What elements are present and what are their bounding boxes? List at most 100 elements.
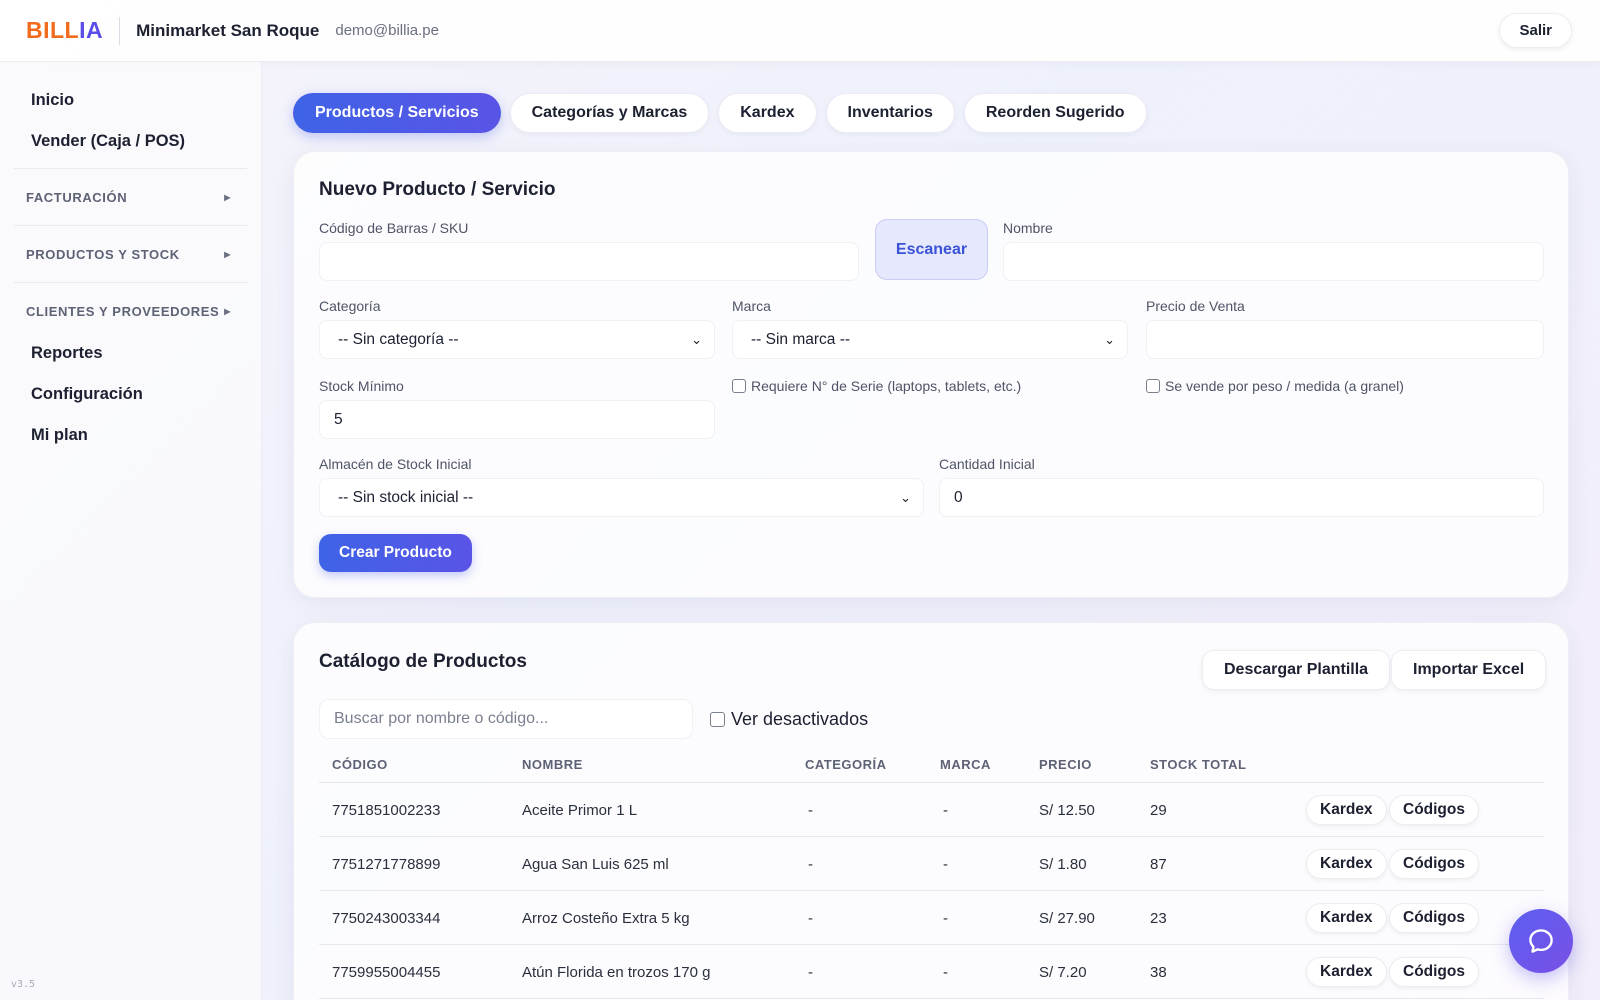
chevron-right-icon: ▶ (224, 249, 231, 259)
tab-categorias-marcas[interactable]: Categorías y Marcas (509, 93, 710, 133)
tab-kardex[interactable]: Kardex (718, 93, 817, 133)
header-divider (119, 16, 121, 45)
sidebar-group-label: CLIENTES Y PROVEEDORES (26, 303, 220, 319)
codes-button[interactable]: Códigos (1389, 957, 1479, 987)
chat-button[interactable] (1509, 909, 1573, 973)
scan-button[interactable]: Escanear (875, 219, 988, 280)
sidebar-group-productos[interactable]: PRODUCTOS Y STOCK ▶ (0, 232, 261, 276)
sidebar-group-facturacion[interactable]: FACTURACIÓN ▶ (0, 175, 261, 219)
logout-button[interactable]: Salir (1499, 13, 1572, 48)
cell-brand: - (943, 802, 948, 819)
cell-category: - (808, 856, 813, 873)
sidebar-item-inicio[interactable]: Inicio (0, 80, 261, 121)
codes-button[interactable]: Códigos (1389, 795, 1479, 825)
name-label: Nombre (1003, 220, 1053, 236)
cell-price: S/ 12.50 (1039, 802, 1095, 819)
cell-name: Aceite Primor 1 L (522, 802, 638, 819)
column-header-name: NOMBRE (522, 757, 583, 772)
cell-stock: 87 (1150, 856, 1167, 873)
import-excel-button[interactable]: Importar Excel (1391, 650, 1547, 690)
warehouse-label: Almacén de Stock Inicial (319, 456, 472, 472)
barcode-input[interactable] (319, 242, 859, 281)
catalog-search-input[interactable]: Buscar por nombre o código... (319, 699, 693, 739)
column-header-price: PRECIO (1039, 757, 1092, 772)
serial-required-label: Requiere N° de Serie (laptops, tablets, … (751, 378, 1022, 394)
create-product-button[interactable]: Crear Producto (319, 534, 472, 572)
kardex-button[interactable]: Kardex (1306, 849, 1387, 879)
cell-category: - (808, 802, 813, 819)
sidebar-item-vender[interactable]: Vender (Caja / POS) (0, 121, 261, 162)
cell-stock: 38 (1150, 964, 1167, 981)
sidebar-item-configuracion[interactable]: Configuración (0, 374, 261, 415)
tab-reorden-sugerido[interactable]: Reorden Sugerido (963, 93, 1147, 133)
barcode-label: Código de Barras / SKU (319, 220, 469, 236)
cell-stock: 29 (1150, 802, 1167, 819)
cell-stock: 23 (1150, 910, 1167, 927)
chevron-right-icon: ▶ (224, 192, 231, 202)
column-header-category: CATEGORÍA (805, 757, 887, 772)
cell-category: - (808, 964, 813, 981)
name-input[interactable] (1003, 242, 1544, 281)
show-inactive-checkbox[interactable] (710, 712, 725, 727)
initial-qty-input[interactable]: 0 (939, 478, 1544, 517)
new-product-title: Nuevo Producto / Servicio (319, 179, 556, 200)
show-inactive-label: Ver desactivados (731, 709, 869, 729)
sidebar-item-mi-plan[interactable]: Mi plan (0, 415, 261, 456)
column-header-brand: MARCA (940, 757, 991, 772)
sidebar-divider (14, 168, 247, 169)
min-stock-input[interactable]: 5 (319, 400, 715, 439)
brand-select[interactable]: -- Sin marca -- ⌄ (732, 320, 1128, 359)
cell-price: S/ 27.90 (1039, 910, 1095, 927)
serial-required-checkbox[interactable] (732, 379, 746, 393)
warehouse-select[interactable]: -- Sin stock inicial -- ⌄ (319, 478, 924, 517)
cell-name: Agua San Luis 625 ml (522, 856, 669, 873)
column-header-code: CÓDIGO (332, 757, 388, 772)
top-bar: BILLIA Minimarket San Roque demo@billia.… (0, 0, 1600, 62)
cell-category: - (808, 910, 813, 927)
section-tabs: Productos / Servicios Categorías y Marca… (293, 93, 1147, 133)
table-header: CÓDIGO NOMBRE CATEGORÍA MARCA PRECIO STO… (319, 743, 1544, 783)
chevron-down-icon: ⌄ (691, 331, 702, 347)
cell-price: S/ 7.20 (1039, 964, 1087, 981)
billia-logo[interactable]: BILLIA (26, 17, 103, 44)
table-row: 7751271778899 Agua San Luis 625 ml - - S… (319, 837, 1544, 891)
cell-code: 7759955004455 (332, 964, 441, 981)
bulk-sale-label: Se vende por peso / medida (a granel) (1165, 378, 1404, 394)
sidebar: Inicio Vender (Caja / POS) FACTURACIÓN ▶… (0, 62, 262, 1000)
cell-name: Atún Florida en trozos 170 g (522, 964, 711, 981)
tab-inventarios[interactable]: Inventarios (825, 93, 955, 133)
sidebar-group-clientes[interactable]: CLIENTES Y PROVEEDORES ▶ (0, 289, 261, 333)
user-email: demo@billia.pe (335, 22, 439, 39)
initial-qty-label: Cantidad Inicial (939, 456, 1035, 472)
bulk-sale-checkbox[interactable] (1146, 379, 1160, 393)
catalog-card: Catálogo de Productos Descargar Plantill… (293, 622, 1569, 1000)
tab-productos-servicios[interactable]: Productos / Servicios (293, 93, 501, 133)
shop-name: Minimarket San Roque (136, 20, 320, 40)
chevron-down-icon: ⌄ (900, 489, 911, 505)
cell-brand: - (943, 910, 948, 927)
chevron-right-icon: ▶ (224, 306, 231, 316)
kardex-button[interactable]: Kardex (1306, 957, 1387, 987)
table-row: 7759955004455 Atún Florida en trozos 170… (319, 945, 1544, 999)
serial-required-option[interactable]: Requiere N° de Serie (laptops, tablets, … (732, 378, 1021, 394)
cell-price: S/ 1.80 (1039, 856, 1087, 873)
kardex-button[interactable]: Kardex (1306, 903, 1387, 933)
cell-code: 7751271778899 (332, 856, 441, 873)
category-select[interactable]: -- Sin categoría -- ⌄ (319, 320, 715, 359)
table-row: 7750243003344 Arroz Costeño Extra 5 kg -… (319, 891, 1544, 945)
codes-button[interactable]: Códigos (1389, 903, 1479, 933)
cell-code: 7751851002233 (332, 802, 441, 819)
bulk-sale-option[interactable]: Se vende por peso / medida (a granel) (1146, 378, 1404, 394)
price-input[interactable] (1146, 320, 1544, 359)
warehouse-select-value: -- Sin stock inicial -- (338, 488, 474, 506)
app-version: v3.5 (11, 979, 36, 990)
chevron-down-icon: ⌄ (1104, 331, 1115, 347)
category-label: Categoría (319, 298, 381, 314)
download-template-button[interactable]: Descargar Plantilla (1202, 650, 1391, 690)
sidebar-item-reportes[interactable]: Reportes (0, 333, 261, 374)
sidebar-group-label: PRODUCTOS Y STOCK (26, 246, 180, 262)
cell-code: 7750243003344 (332, 910, 441, 927)
show-inactive-option[interactable]: Ver desactivados (710, 709, 868, 730)
kardex-button[interactable]: Kardex (1306, 795, 1387, 825)
codes-button[interactable]: Códigos (1389, 849, 1479, 879)
